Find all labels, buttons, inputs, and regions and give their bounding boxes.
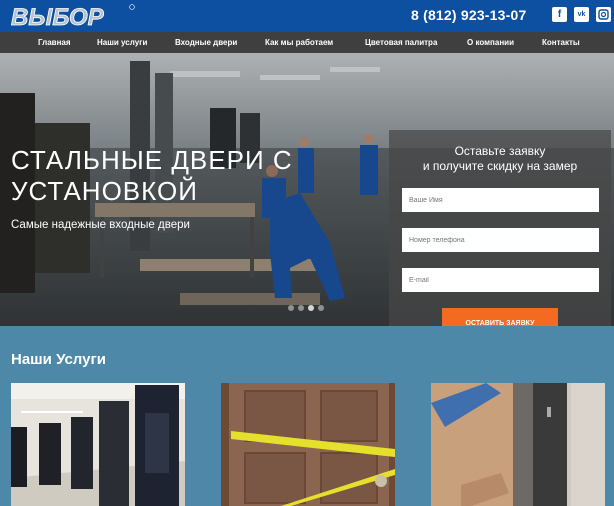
email-input[interactable] (402, 268, 599, 292)
nav-item-entrance-doors[interactable]: Входные двери (175, 32, 237, 53)
service-image-corridor (11, 383, 185, 506)
instagram-icon[interactable] (596, 7, 611, 22)
nav-item-contacts[interactable]: Контакты (542, 32, 580, 53)
slider-dot[interactable] (298, 305, 304, 311)
hero-banner: СТАЛЬНЫЕ ДВЕРИ С УСТАНОВКОЙ Самые надежн… (0, 53, 614, 326)
submit-request-button[interactable]: ОСТАВИТЬ ЗАЯВКУ (442, 308, 558, 326)
slider-dot[interactable] (318, 305, 324, 311)
form-title: Оставьте заявку и получите скидку на зам… (389, 144, 611, 174)
slider-dot[interactable] (288, 305, 294, 311)
facebook-icon[interactable]: f (552, 7, 567, 22)
slider-dot-active[interactable] (308, 305, 314, 311)
service-image-measuring (221, 383, 395, 506)
hero-subtitle: Самые надежные входные двери (11, 219, 190, 231)
service-card-measuring[interactable] (221, 383, 395, 506)
form-title-line2: и получите скидку на замер (422, 159, 578, 173)
top-header: ВЫБОР 8 (812) 923-13-07 f vk (0, 0, 614, 32)
nav-item-home[interactable]: Главная (38, 32, 71, 53)
form-title-line1: Оставьте заявку (454, 144, 546, 158)
services-heading: Наши Услуги (11, 351, 106, 368)
phone-input[interactable] (402, 228, 599, 252)
logo-text: ВЫБОР (11, 4, 105, 30)
phone-number[interactable]: 8 (812) 923-13-07 (411, 7, 526, 23)
hero-title: СТАЛЬНЫЕ ДВЕРИ С УСТАНОВКОЙ (11, 145, 293, 206)
name-input[interactable] (402, 188, 599, 212)
service-card-installation[interactable] (431, 383, 605, 506)
vk-icon[interactable]: vk (574, 7, 589, 22)
main-nav: Главная Наши услуги Входные двери Как мы… (0, 32, 614, 53)
nav-item-about[interactable]: О компании (467, 32, 514, 53)
nav-item-color-palette[interactable]: Цветовая палитра (365, 32, 437, 53)
service-card-doors[interactable] (11, 383, 185, 506)
request-form: Оставьте заявку и получите скидку на зам… (389, 130, 611, 326)
logo[interactable]: ВЫБОР (11, 3, 137, 30)
nav-item-services[interactable]: Наши услуги (97, 32, 147, 53)
service-image-installation (431, 383, 605, 506)
nav-item-how-we-work[interactable]: Как мы работаем (265, 32, 333, 53)
